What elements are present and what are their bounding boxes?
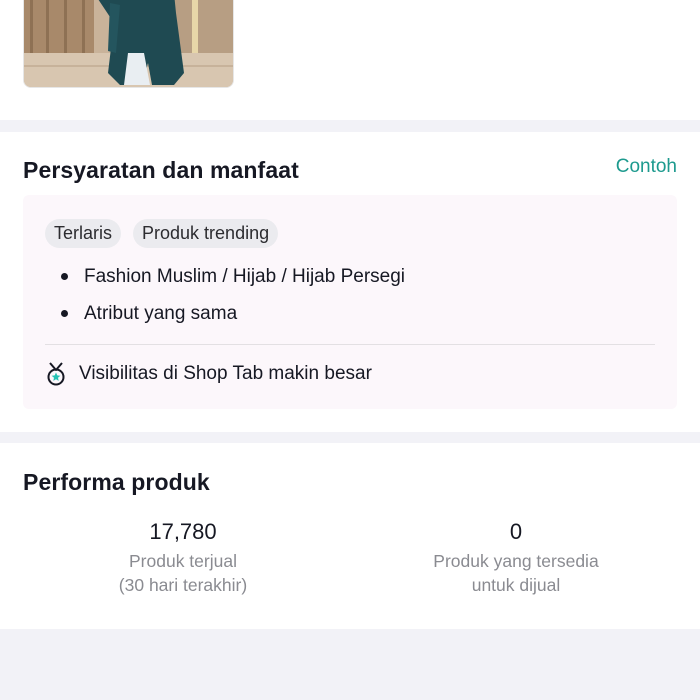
product-image[interactable] bbox=[23, 0, 234, 88]
bullet-icon bbox=[61, 310, 68, 317]
metric-label: Produk yang tersedia untuk dijual bbox=[366, 549, 666, 597]
requirements-title: Persyaratan dan manfaat bbox=[23, 157, 299, 183]
product-image-card bbox=[0, 0, 700, 120]
metric-value: 0 bbox=[509, 519, 523, 544]
requirement-category: Fashion Muslim / Hijab / Hijab Persegi bbox=[84, 266, 406, 287]
requirements-box: Terlaris Produk trending Fashion Muslim … bbox=[23, 195, 677, 409]
medal-icon bbox=[45, 362, 67, 386]
metric-label: Produk terjual (30 hari terakhir) bbox=[33, 549, 333, 597]
performance-title: Performa produk bbox=[23, 469, 210, 495]
benefit-row: Visibilitas di Shop Tab makin besar bbox=[45, 362, 372, 386]
tag-best-seller: Terlaris bbox=[45, 219, 122, 248]
bullet-icon bbox=[61, 273, 68, 280]
requirement-tags: Terlaris Produk trending bbox=[45, 219, 279, 248]
metric-value: 17,780 bbox=[149, 519, 217, 544]
performance-card: Performa produk 17,780 Produk terjual (3… bbox=[0, 443, 700, 629]
requirement-attribute: Atribut yang sama bbox=[84, 303, 238, 324]
product-photo bbox=[24, 0, 233, 87]
list-item: Fashion Muslim / Hijab / Hijab Persegi bbox=[59, 265, 405, 302]
metric-label-line: Produk yang tersedia bbox=[433, 551, 599, 571]
benefit-text: Visibilitas di Shop Tab makin besar bbox=[79, 363, 372, 384]
requirements-card: Persyaratan dan manfaat Contoh Terlaris … bbox=[0, 132, 700, 432]
example-link[interactable]: Contoh bbox=[616, 156, 677, 178]
metric-products-sold: 17,780 Produk terjual (30 hari terakhir) bbox=[33, 519, 333, 597]
tag-trending-product: Produk trending bbox=[133, 219, 279, 248]
list-item: Atribut yang sama bbox=[59, 302, 405, 339]
divider bbox=[45, 344, 655, 345]
metric-label-line: Produk terjual bbox=[129, 551, 237, 571]
metric-label-line: (30 hari terakhir) bbox=[118, 575, 248, 595]
metric-products-available: 0 Produk yang tersedia untuk dijual bbox=[366, 519, 666, 597]
metric-label-line: untuk dijual bbox=[471, 575, 561, 595]
requirement-list: Fashion Muslim / Hijab / Hijab Persegi A… bbox=[59, 265, 405, 339]
